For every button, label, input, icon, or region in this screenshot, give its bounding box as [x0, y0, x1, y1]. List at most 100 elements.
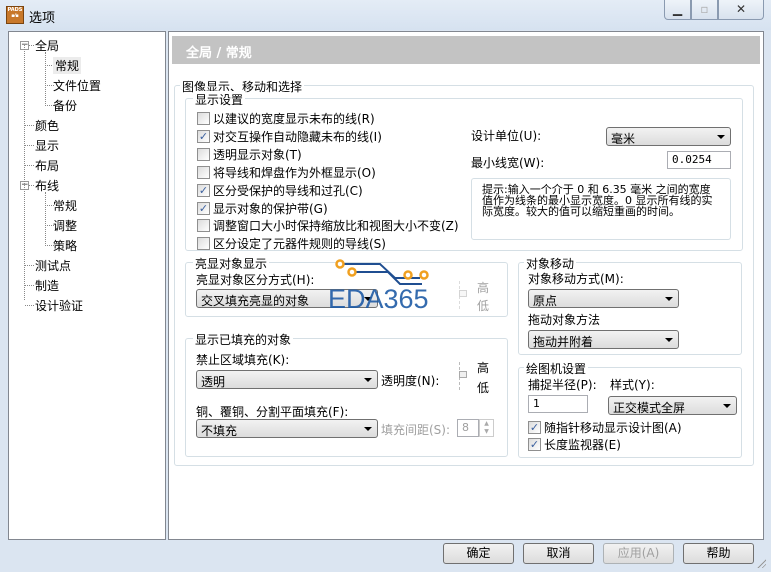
tree-item[interactable]: 文件位置 — [53, 77, 101, 94]
checkbox-label: 对交互操作自动隐藏未布的线(I) — [213, 129, 382, 144]
chevron-down-icon — [364, 378, 372, 382]
checkbox-checked-icon[interactable]: ✓ — [197, 183, 210, 197]
move-mode-label: 对象移动方式(M): — [528, 272, 624, 286]
fill-spacing-label: 填充间距(S): — [381, 423, 451, 437]
cancel-button[interactable]: 取消 — [523, 543, 594, 564]
checkbox-option[interactable]: 区分设定了元器件规则的导线(S) — [197, 235, 386, 252]
high-label: 高 — [477, 281, 490, 295]
checkbox-option[interactable]: ✓ 区分受保护的导线和过孔(C) — [197, 182, 363, 199]
apply-button[interactable]: 应用(A) — [603, 543, 674, 564]
tree-connector — [25, 285, 34, 286]
transparency-label: 透明度(N): — [381, 374, 440, 388]
style-label: 样式(Y): — [610, 378, 655, 392]
checkbox-unchecked-icon[interactable] — [197, 112, 210, 125]
min-width-label: 最小线宽(W): — [471, 156, 545, 170]
checkbox-unchecked-icon[interactable] — [197, 165, 210, 179]
display-settings-label: 显示设置 — [193, 91, 246, 108]
units-select[interactable]: 毫米 — [606, 127, 731, 146]
pads-app-icon: PADS ▪⁄▪ — [6, 6, 24, 24]
move-mode-select[interactable]: 原点 — [528, 289, 679, 308]
transparency-slider[interactable] — [459, 362, 471, 390]
checkbox-option[interactable]: 将导线和焊盘作为外框显示(O) — [197, 164, 376, 181]
tree-item[interactable]: 策略 — [53, 237, 77, 254]
checkbox-option[interactable]: ✓ 长度监视器(E) — [528, 436, 621, 453]
slider-thumb[interactable] — [459, 290, 467, 297]
highlight-mode-label: 亮显对象区分方式(H): — [196, 273, 315, 287]
minimize-button[interactable]: ▁ — [664, 0, 691, 20]
copper-fill-value: 不填充 — [201, 424, 238, 438]
tree-item[interactable]: 常规 — [53, 197, 77, 214]
highlight-label: 亮显对象显示 — [193, 255, 270, 272]
units-value: 毫米 — [611, 132, 636, 146]
tree-line — [45, 192, 46, 246]
close-button[interactable]: ✕ — [718, 0, 764, 20]
checkbox-unchecked-icon[interactable] — [197, 147, 210, 161]
checkbox-unchecked-icon[interactable] — [197, 219, 210, 233]
tree-item[interactable]: 常规 — [53, 57, 82, 74]
tree-item[interactable]: 测试点 — [35, 257, 71, 274]
checkbox-checked-icon[interactable]: ✓ — [528, 438, 541, 451]
plotter-label: 绘图机设置 — [524, 360, 589, 377]
tree-item[interactable]: 布局 — [35, 157, 59, 174]
resize-grip-icon[interactable] — [756, 558, 766, 568]
window-title: 选项 — [29, 11, 56, 26]
slider-thumb[interactable] — [459, 371, 467, 378]
tree-item[interactable]: 显示 — [35, 137, 59, 154]
title-bar — [0, 0, 771, 30]
tree-connector — [25, 125, 34, 126]
low-label: 低 — [477, 299, 490, 313]
checkbox-checked-icon[interactable]: ✓ — [528, 421, 541, 434]
tree-connector — [25, 305, 34, 306]
chevron-down-icon — [665, 338, 673, 342]
style-select[interactable]: 正交模式全屏 — [608, 396, 737, 415]
high-label: 高 — [477, 361, 490, 375]
checkbox-label: 区分设定了元器件规则的导线(S) — [213, 237, 386, 252]
tree-item[interactable]: 调整 — [53, 217, 77, 234]
drag-method-value: 拖动并附着 — [533, 335, 594, 349]
page-title: 全局 / 常规 — [172, 36, 760, 64]
checkbox-option[interactable]: 透明显示对象(T) — [197, 146, 302, 163]
highlight-slider[interactable] — [459, 281, 471, 309]
chevron-down-icon — [717, 135, 725, 139]
maximize-button[interactable]: ▫ — [691, 0, 718, 20]
checkbox-option[interactable]: 以建议的宽度显示未布的线(R) — [197, 110, 375, 127]
options-tree[interactable]: − 全局 常规 文件位置 备份 颜色 显示 布局 − 布线 常规 调整 策略 测试点 制造 设计验证 — [8, 31, 166, 540]
style-value: 正交模式全屏 — [613, 401, 686, 415]
checkbox-unchecked-icon[interactable] — [197, 237, 210, 251]
checkbox-option[interactable]: 调整窗口大小时保持缩放比和视图大小不变(Z) — [197, 217, 459, 234]
min-width-input[interactable]: 0.0254 — [667, 151, 731, 169]
tree-item[interactable]: 备份 — [53, 97, 77, 114]
snap-radius-input[interactable]: 1 — [528, 395, 588, 413]
checkbox-label: 将导线和焊盘作为外框显示(O) — [213, 165, 376, 180]
help-button[interactable]: 帮助 — [683, 543, 754, 564]
checkbox-checked-icon[interactable]: ✓ — [197, 201, 210, 215]
keepout-select[interactable]: 透明 — [196, 370, 378, 389]
copper-fill-select[interactable]: 不填充 — [196, 419, 378, 438]
checkbox-label: 区分受保护的导线和过孔(C) — [213, 183, 363, 198]
spinner-arrows-icon[interactable]: ▲ ▼ — [479, 419, 494, 437]
checkbox-checked-icon[interactable]: ✓ — [197, 129, 210, 143]
checkbox-label: 透明显示对象(T) — [213, 147, 302, 162]
checkbox-label: 长度监视器(E) — [544, 438, 621, 452]
checkbox-option[interactable]: ✓ 显示对象的保护带(G) — [197, 200, 328, 217]
hint-text: 提示:输入一个介于 0 和 6.35 毫米 之间的宽度值作为线条的最小显示宽度。… — [471, 178, 731, 240]
chevron-down-icon — [364, 427, 372, 431]
tree-item[interactable]: 全局 — [35, 37, 59, 54]
units-label: 设计单位(U): — [471, 129, 542, 143]
tree-item[interactable]: 布线 — [35, 177, 59, 194]
tree-item[interactable]: 颜色 — [35, 117, 59, 134]
ok-button[interactable]: 确定 — [443, 543, 514, 564]
tree-connector — [25, 145, 34, 146]
watermark-text: EDA365 — [328, 284, 429, 314]
checkbox-option[interactable]: ✓ 对交互操作自动隐藏未布的线(I) — [197, 128, 382, 145]
drag-method-select[interactable]: 拖动并附着 — [528, 330, 679, 349]
tree-item[interactable]: 制造 — [35, 277, 59, 294]
fill-spacing-input[interactable]: 8 — [457, 419, 479, 437]
tree-line — [45, 52, 46, 106]
tree-item[interactable]: 设计验证 — [35, 297, 83, 314]
drag-method-label: 拖动对象方法 — [528, 313, 601, 327]
keepout-value: 透明 — [201, 375, 226, 389]
highlight-mode-value: 交叉填充亮显的对象 — [201, 294, 310, 308]
checkbox-label: 以建议的宽度显示未布的线(R) — [213, 112, 375, 126]
checkbox-option[interactable]: ✓ 随指针移动显示设计图(A) — [528, 419, 682, 436]
